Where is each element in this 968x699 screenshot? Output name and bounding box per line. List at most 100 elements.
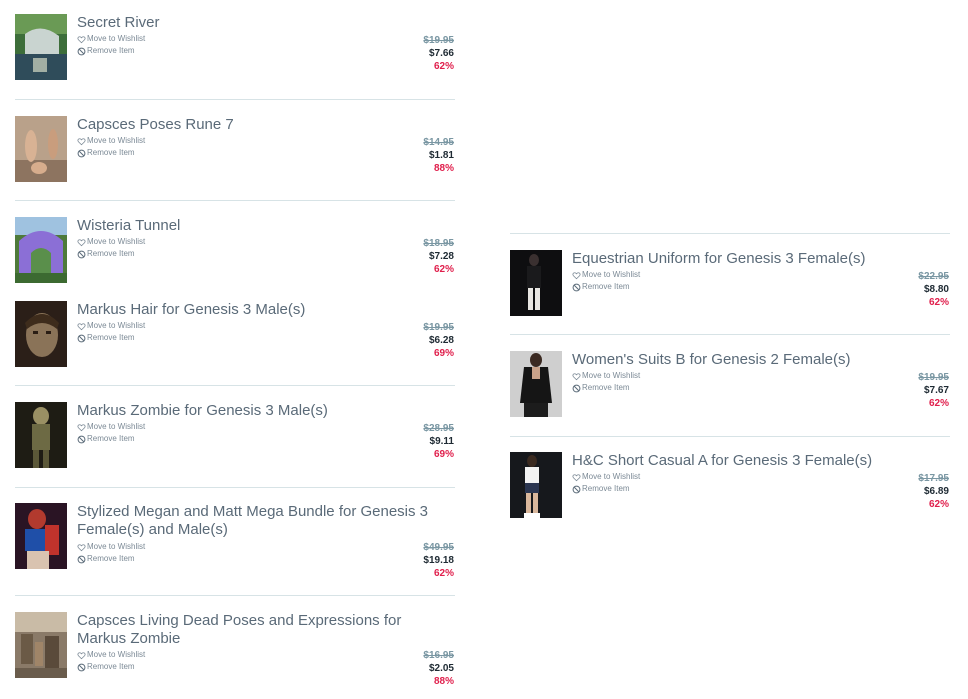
divider xyxy=(15,487,455,488)
sale-price: $8.80 xyxy=(923,284,949,295)
heart-outline-icon xyxy=(572,372,581,381)
product-title[interactable]: Capsces Living Dead Poses and Expression… xyxy=(77,612,422,648)
heart-outline-icon xyxy=(77,423,86,432)
prohibited-circle-icon xyxy=(77,149,86,158)
move-to-wishlist-link[interactable]: Move to Wishlist xyxy=(77,321,145,331)
discount-percent: 62% xyxy=(928,499,949,510)
heart-outline-icon xyxy=(77,238,86,247)
discount-percent: 88% xyxy=(433,676,454,687)
cart-item: Markus Zombie for Genesis 3 Male(s) Move… xyxy=(15,402,455,472)
product-thumbnail[interactable] xyxy=(15,503,67,569)
original-price: $22.95 xyxy=(918,271,949,282)
price-block: $14.95 $1.81 88% xyxy=(384,136,454,175)
sale-price: $9.11 xyxy=(429,436,454,447)
sale-price: $6.28 xyxy=(428,335,454,346)
sale-price: $6.89 xyxy=(923,486,949,497)
heart-outline-icon xyxy=(77,651,86,660)
product-thumbnail[interactable] xyxy=(15,402,67,468)
cart-item: Markus Hair for Genesis 3 Male(s) Move t… xyxy=(15,301,455,371)
prohibited-circle-icon xyxy=(77,663,86,672)
move-to-wishlist-link[interactable]: Move to Wishlist xyxy=(77,237,145,247)
move-to-wishlist-link[interactable]: Move to Wishlist xyxy=(572,371,640,381)
price-block: $19.95 $7.66 62% xyxy=(384,34,454,73)
cart-item: Secret River Move to Wishlist Remove Ite… xyxy=(15,14,455,84)
product-thumbnail[interactable] xyxy=(15,612,67,678)
remove-item-link[interactable]: Remove Item xyxy=(77,46,135,56)
product-title[interactable]: Women's Suits B for Genesis 2 Female(s) xyxy=(572,351,892,369)
move-to-wishlist-link[interactable]: Move to Wishlist xyxy=(572,270,640,280)
remove-item-link[interactable]: Remove Item xyxy=(77,662,135,672)
sale-price: $7.67 xyxy=(923,385,949,396)
remove-item-link[interactable]: Remove Item xyxy=(77,434,135,444)
remove-item-link[interactable]: Remove Item xyxy=(77,333,135,343)
price-block: $49.95 $19.18 62% xyxy=(384,541,454,580)
original-price: $19.95 xyxy=(423,322,454,333)
product-title[interactable]: H&C Short Casual A for Genesis 3 Female(… xyxy=(572,452,892,470)
prohibited-circle-icon xyxy=(77,435,86,444)
product-title[interactable]: Secret River xyxy=(77,14,377,32)
heart-outline-icon xyxy=(77,543,86,552)
move-to-wishlist-link[interactable]: Move to Wishlist xyxy=(77,650,145,660)
discount-percent: 88% xyxy=(433,163,454,174)
product-title[interactable]: Markus Hair for Genesis 3 Male(s) xyxy=(77,301,377,319)
remove-item-link[interactable]: Remove Item xyxy=(77,148,135,158)
remove-item-link[interactable]: Remove Item xyxy=(77,249,135,259)
divider xyxy=(510,436,950,437)
heart-outline-icon xyxy=(77,137,86,146)
cart-item: Equestrian Uniform for Genesis 3 Female(… xyxy=(510,250,950,320)
product-title[interactable]: Equestrian Uniform for Genesis 3 Female(… xyxy=(572,250,892,268)
cart-item: Capsces Living Dead Poses and Expression… xyxy=(15,612,455,688)
product-thumbnail[interactable] xyxy=(510,351,562,417)
price-block: $19.95 $6.28 69% xyxy=(384,321,454,360)
sale-price: $1.81 xyxy=(428,150,454,161)
divider xyxy=(15,595,455,596)
cart-item: Wisteria Tunnel Move to Wishlist Remove … xyxy=(15,217,455,287)
product-title[interactable]: Markus Zombie for Genesis 3 Male(s) xyxy=(77,402,377,420)
discount-percent: 62% xyxy=(433,264,454,275)
heart-outline-icon xyxy=(77,322,86,331)
move-to-wishlist-link[interactable]: Move to Wishlist xyxy=(572,472,640,482)
move-to-wishlist-link[interactable]: Move to Wishlist xyxy=(77,34,145,44)
product-thumbnail[interactable] xyxy=(15,301,67,367)
product-thumbnail[interactable] xyxy=(15,14,67,80)
discount-percent: 69% xyxy=(433,449,454,460)
move-to-wishlist-link[interactable]: Move to Wishlist xyxy=(77,136,145,146)
product-thumbnail[interactable] xyxy=(15,217,67,283)
divider xyxy=(510,334,950,335)
original-price: $16.95 xyxy=(423,650,454,661)
remove-item-link[interactable]: Remove Item xyxy=(572,282,630,292)
cart-item: Capsces Poses Rune 7 Move to Wishlist Re… xyxy=(15,116,455,186)
prohibited-circle-icon xyxy=(77,47,86,56)
move-to-wishlist-link[interactable]: Move to Wishlist xyxy=(77,422,145,432)
cart-item: Women's Suits B for Genesis 2 Female(s) … xyxy=(510,351,950,421)
cart-item: Stylized Megan and Matt Mega Bundle for … xyxy=(15,503,455,579)
divider xyxy=(510,233,950,234)
divider xyxy=(15,385,455,386)
original-price: $14.95 xyxy=(423,137,454,148)
move-to-wishlist-link[interactable]: Move to Wishlist xyxy=(77,542,145,552)
original-price: $17.95 xyxy=(918,473,949,484)
cart-item: H&C Short Casual A for Genesis 3 Female(… xyxy=(510,452,950,522)
price-block: $17.95 $6.89 62% xyxy=(879,472,949,511)
price-block: $19.95 $7.67 62% xyxy=(879,371,949,410)
product-thumbnail[interactable] xyxy=(510,452,562,518)
remove-item-link[interactable]: Remove Item xyxy=(77,554,135,564)
prohibited-circle-icon xyxy=(77,555,86,564)
original-price: $28.95 xyxy=(423,423,454,434)
remove-item-link[interactable]: Remove Item xyxy=(572,383,630,393)
sale-price: $7.28 xyxy=(428,251,454,262)
product-title[interactable]: Capsces Poses Rune 7 xyxy=(77,116,377,134)
prohibited-circle-icon xyxy=(77,250,86,259)
discount-percent: 62% xyxy=(928,297,949,308)
product-title[interactable]: Wisteria Tunnel xyxy=(77,217,377,235)
price-block: $22.95 $8.80 62% xyxy=(879,270,949,309)
prohibited-circle-icon xyxy=(572,384,581,393)
original-price: $18.95 xyxy=(423,238,454,249)
remove-item-link[interactable]: Remove Item xyxy=(572,484,630,494)
discount-percent: 62% xyxy=(433,61,454,72)
sale-price: $7.66 xyxy=(428,48,454,59)
product-thumbnail[interactable] xyxy=(15,116,67,182)
product-thumbnail[interactable] xyxy=(510,250,562,316)
product-title[interactable]: Stylized Megan and Matt Mega Bundle for … xyxy=(77,503,447,539)
prohibited-circle-icon xyxy=(77,334,86,343)
